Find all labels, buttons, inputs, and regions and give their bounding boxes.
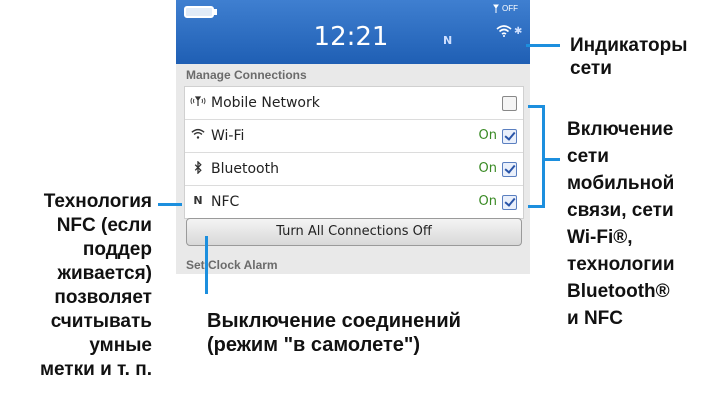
annotation-line: сети — [570, 58, 612, 79]
annotation-line: метки и т. п. — [39, 359, 152, 380]
annotation-line: живается) — [57, 263, 153, 284]
antenna-icon: OFF — [492, 4, 526, 14]
annotation-line: мобильной — [567, 173, 675, 194]
annotation-line: (режим "в самолете") — [207, 334, 420, 356]
list-item-state: On — [478, 161, 497, 176]
annotation-line: и NFC — [567, 308, 624, 329]
list-item-bluetooth[interactable]: Bluetooth On — [185, 153, 523, 186]
list-item-mobile-network[interactable]: Mobile Network — [185, 87, 523, 120]
annotation-line: поддер — [82, 239, 152, 260]
clock-time: 12:21 — [313, 22, 389, 52]
nfc-checkbox[interactable] — [502, 195, 517, 210]
nfc-icon: Ν — [193, 194, 203, 207]
list-item-label: NFC — [211, 194, 240, 210]
status-bar: 12:21 N OFF ✱ — [176, 0, 530, 64]
annotation-line: Wi-Fi®, — [567, 227, 633, 248]
list-item-wifi[interactable]: Wi-Fi On — [185, 120, 523, 153]
connections-list: Mobile Network Wi-Fi On Bluetooth On Ν N… — [184, 86, 524, 219]
callout-line-network-indicators — [526, 44, 560, 47]
list-item-label: Mobile Network — [211, 95, 320, 111]
annotation-line: умные — [89, 335, 152, 356]
annotation-line: сети — [567, 146, 609, 167]
annotation-line: технологии — [567, 254, 675, 275]
callout-line-airplane-mode — [205, 236, 208, 294]
wifi-checkbox[interactable] — [502, 129, 517, 144]
bluetooth-checkbox[interactable] — [502, 162, 517, 177]
callout-bracket-bottom — [528, 205, 545, 208]
signal-off-label: OFF — [502, 4, 518, 13]
annotation-airplane-mode: Выключение соединений (режим "в самолете… — [207, 309, 461, 357]
annotation-line: Bluetooth® — [567, 281, 670, 302]
list-item-nfc[interactable]: Ν NFC On — [185, 186, 523, 218]
annotation-line: Включение — [567, 119, 674, 140]
callout-bracket-stub — [544, 158, 560, 161]
antenna-icon — [189, 95, 207, 110]
annotation-nfc-description: Технология NFC (если поддер живается) по… — [6, 190, 152, 382]
turn-all-connections-off-button[interactable]: Turn All Connections Off — [186, 218, 522, 246]
list-item-state: On — [478, 128, 497, 143]
annotation-enable-connections: Включение сети мобильной связи, сети Wi-… — [567, 116, 675, 332]
annotation-line: NFC (если — [56, 215, 152, 236]
section-header-set-clock-alarm: Set Clock Alarm — [186, 258, 278, 272]
nfc-status-icon: N — [443, 34, 453, 47]
annotation-line: связи, сети — [567, 200, 674, 221]
annotation-line: считывать — [50, 311, 152, 332]
battery-icon — [184, 6, 217, 18]
bluetooth-icon: ✱ — [514, 26, 523, 37]
list-item-label: Bluetooth — [211, 161, 279, 177]
wifi-icon — [189, 128, 207, 143]
callout-bracket-enable-connections — [542, 105, 545, 208]
annotation-line: Индикаторы — [570, 35, 688, 56]
list-item-label: Wi-Fi — [211, 128, 245, 144]
bluetooth-icon — [189, 160, 207, 177]
phone-screen: 12:21 N OFF ✱ Manage Connections Mobile … — [176, 0, 530, 274]
wifi-icon — [496, 24, 512, 42]
annotation-line: Выключение соединений — [207, 310, 461, 332]
annotation-line: позволяет — [54, 287, 152, 308]
annotation-line: Технология — [43, 191, 152, 212]
mobile-network-checkbox[interactable] — [502, 96, 517, 111]
list-item-state: On — [478, 194, 497, 209]
annotation-network-indicators: Индикаторы сети — [570, 34, 687, 80]
callout-line-nfc — [158, 203, 182, 206]
callout-bracket-top — [528, 105, 545, 108]
section-header-manage-connections: Manage Connections — [186, 68, 307, 82]
